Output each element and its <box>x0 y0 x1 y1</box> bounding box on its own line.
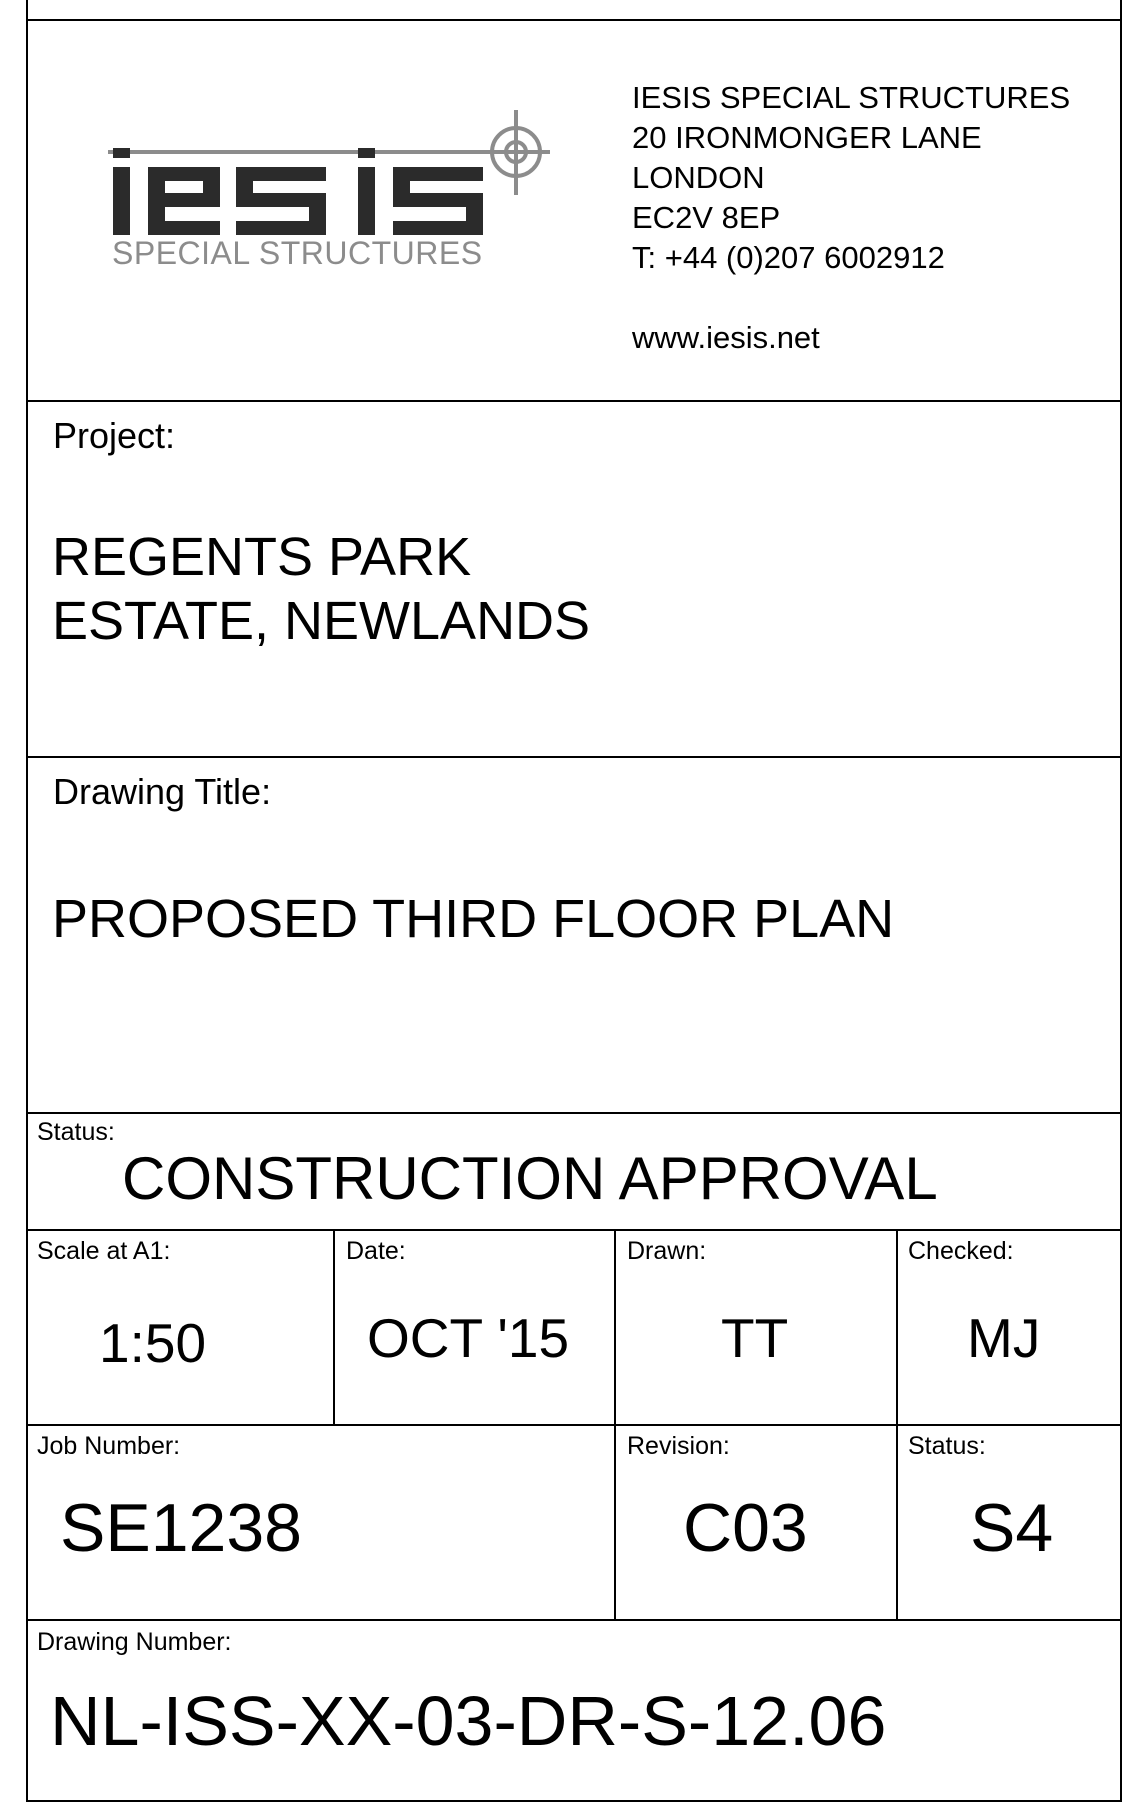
divider-title <box>26 1112 1122 1114</box>
divider-company <box>26 400 1122 402</box>
checked-value: MJ <box>967 1307 1041 1369</box>
divider-row2 <box>26 1619 1122 1621</box>
scale-value: 1:50 <box>99 1312 207 1374</box>
project-name-line-2: ESTATE, NEWLANDS <box>52 591 591 651</box>
status-code-value: S4 <box>970 1490 1054 1566</box>
checked-label: Checked: <box>908 1237 1014 1265</box>
address-line: 20 IRONMONGER LANE <box>632 120 982 155</box>
drawing-title-label: Drawing Title: <box>53 771 272 812</box>
revision-value: C03 <box>683 1490 808 1566</box>
drawn-label: Drawn: <box>627 1237 707 1265</box>
divider-drawn-checked <box>896 1229 898 1619</box>
status-banner-value: CONSTRUCTION APPROVAL <box>122 1145 938 1212</box>
status-banner-label: Status: <box>37 1118 115 1146</box>
drawn-value: TT <box>721 1307 789 1369</box>
divider-scale-date <box>333 1229 335 1424</box>
company-address: IESIS SPECIAL STRUCTURES 20 IRONMONGER L… <box>632 78 1070 358</box>
divider-date-drawn <box>614 1229 616 1619</box>
date-label: Date: <box>346 1237 406 1265</box>
address-line: EC2V 8EP <box>632 200 781 235</box>
divider-status <box>26 1229 1122 1231</box>
status-code-label: Status: <box>908 1432 986 1460</box>
company-website: www.iesis.net <box>632 320 820 355</box>
job-number-value: SE1238 <box>60 1490 302 1566</box>
divider-project <box>26 756 1122 758</box>
address-line: IESIS SPECIAL STRUCTURES <box>632 80 1071 115</box>
address-line: LONDON <box>632 160 765 195</box>
date-value: OCT '15 <box>367 1307 570 1369</box>
scale-label: Scale at A1: <box>37 1237 171 1265</box>
job-number-label: Job Number: <box>37 1432 181 1460</box>
divider-row1 <box>26 1424 1122 1426</box>
company-logo: SPECIAL STRUCTURES <box>108 105 558 285</box>
drawing-number-label: Drawing Number: <box>37 1628 232 1656</box>
project-name-line-1: REGENTS PARK <box>52 527 472 587</box>
project-label: Project: <box>53 415 176 456</box>
revision-label: Revision: <box>627 1432 730 1460</box>
address-line: T: +44 (0)207 6002912 <box>632 240 945 275</box>
drawing-title-value: PROPOSED THIRD FLOOR PLAN <box>52 889 895 949</box>
drawing-number-value: NL-ISS-XX-03-DR-S-12.06 <box>50 1682 887 1760</box>
frame-top-stub <box>26 0 28 20</box>
divider-top <box>26 19 1122 21</box>
logo-subtitle: SPECIAL STRUCTURES <box>112 235 483 271</box>
